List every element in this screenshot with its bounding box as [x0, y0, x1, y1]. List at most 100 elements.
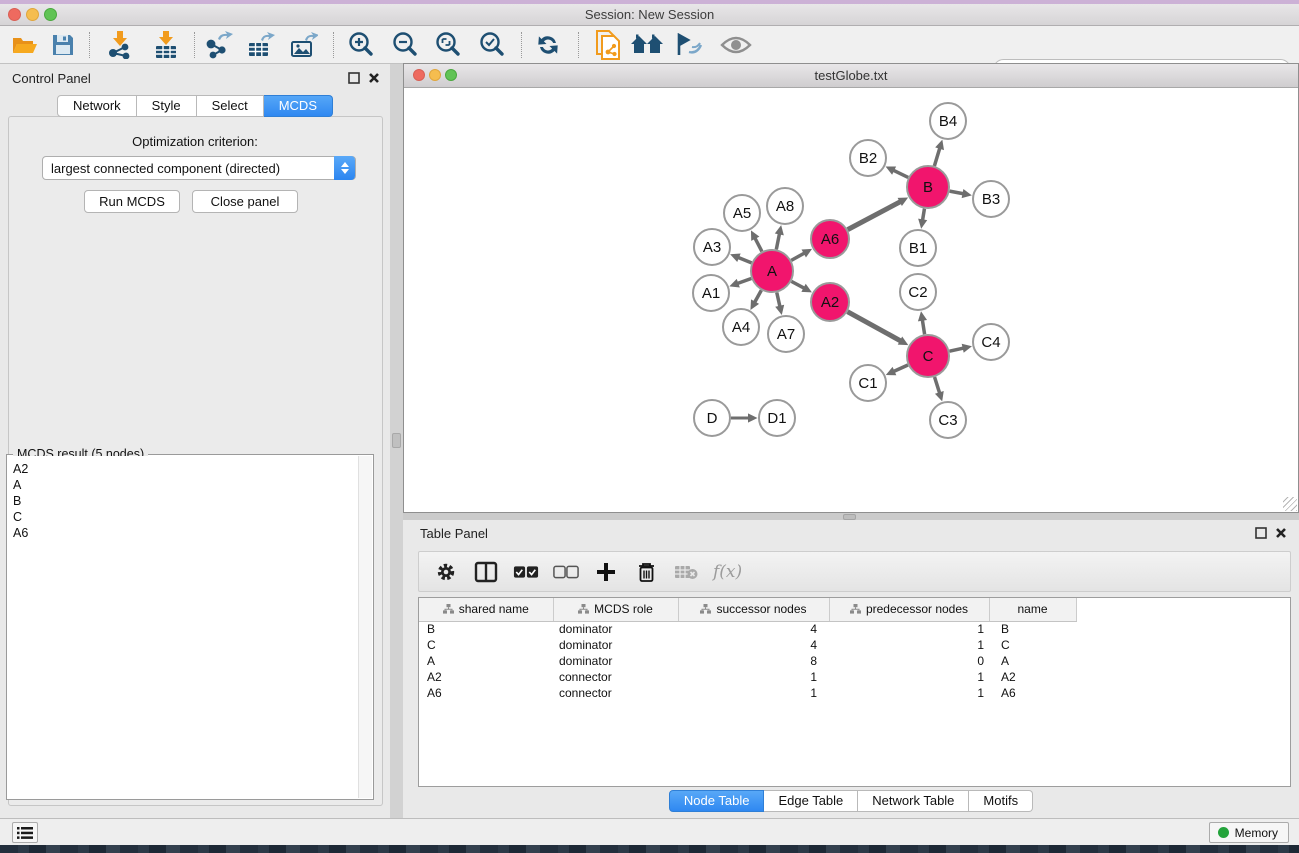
table-settings-icon[interactable]: [433, 559, 459, 585]
cell-successor-nodes[interactable]: 4: [678, 637, 829, 653]
node-A6[interactable]: A6: [811, 220, 849, 258]
cell-MCDS-role[interactable]: connector: [553, 669, 678, 685]
node-C[interactable]: C: [907, 335, 949, 377]
cell-name[interactable]: A: [989, 653, 1076, 669]
memory-button[interactable]: Memory: [1209, 822, 1289, 843]
close-table-panel-icon[interactable]: [1275, 527, 1287, 539]
cell-predecessor-nodes[interactable]: 1: [829, 685, 989, 701]
close-panel-icon[interactable]: [368, 72, 380, 84]
result-item[interactable]: B: [13, 493, 358, 509]
float-table-panel-icon[interactable]: [1255, 527, 1267, 539]
column-header-successor-nodes[interactable]: successor nodes: [678, 598, 829, 621]
node-table[interactable]: shared nameMCDS rolesuccessor nodesprede…: [418, 597, 1291, 787]
select-all-icon[interactable]: [513, 559, 539, 585]
cell-successor-nodes[interactable]: 4: [678, 621, 829, 637]
edge-A-A6[interactable]: [791, 253, 804, 260]
run-mcds-button[interactable]: Run MCDS: [84, 190, 180, 213]
cell-shared-name[interactable]: C: [419, 637, 553, 653]
tab-network[interactable]: Network: [57, 95, 137, 117]
tab-edge-table[interactable]: Edge Table: [764, 790, 858, 812]
edge-B-B4[interactable]: [934, 148, 939, 166]
import-network-icon[interactable]: [103, 31, 137, 59]
cell-predecessor-nodes[interactable]: 1: [829, 637, 989, 653]
node-A[interactable]: A: [751, 250, 793, 292]
node-A2[interactable]: A2: [811, 283, 849, 321]
column-header-predecessor-nodes[interactable]: predecessor nodes: [829, 598, 989, 621]
cell-successor-nodes[interactable]: 1: [678, 669, 829, 685]
result-item[interactable]: A2: [13, 461, 358, 477]
mcds-result-list[interactable]: A2ABCA6: [8, 456, 358, 798]
cell-MCDS-role[interactable]: connector: [553, 685, 678, 701]
column-header-shared-name[interactable]: shared name: [419, 598, 553, 621]
task-history-button[interactable]: [12, 822, 38, 843]
open-session-icon[interactable]: [8, 31, 42, 59]
zoom-in-icon[interactable]: [344, 31, 378, 59]
edge-A-A4[interactable]: [755, 290, 762, 302]
node-B4[interactable]: B4: [930, 103, 966, 139]
cell-predecessor-nodes[interactable]: 1: [829, 621, 989, 637]
panel-divider[interactable]: [390, 64, 403, 818]
tab-mcds[interactable]: MCDS: [264, 95, 333, 117]
network-canvas[interactable]: B4B2BB3A5A8A6A3B1AA1C2A2A4A7C4CC1C3DD1: [404, 88, 1298, 512]
cell-shared-name[interactable]: A6: [419, 685, 553, 701]
zoom-selected-icon[interactable]: [475, 31, 509, 59]
edge-B-B2[interactable]: [893, 170, 908, 177]
node-A1[interactable]: A1: [693, 275, 729, 311]
column-view-icon[interactable]: [473, 559, 499, 585]
window-resize-grip[interactable]: [1283, 497, 1297, 511]
node-B2[interactable]: B2: [850, 140, 886, 176]
new-network-icon[interactable]: [590, 31, 624, 59]
cell-predecessor-nodes[interactable]: 1: [829, 669, 989, 685]
node-C3[interactable]: C3: [930, 402, 966, 438]
cell-MCDS-role[interactable]: dominator: [553, 637, 678, 653]
edge-A-A7[interactable]: [777, 292, 780, 306]
column-header-MCDS-role[interactable]: MCDS role: [553, 598, 678, 621]
close-panel-button[interactable]: Close panel: [192, 190, 298, 213]
table-row[interactable]: A6connector11A6: [419, 685, 1076, 701]
edge-A-A2[interactable]: [791, 281, 804, 288]
node-A3[interactable]: A3: [694, 229, 730, 265]
node-A7[interactable]: A7: [768, 316, 804, 352]
tab-select[interactable]: Select: [197, 95, 264, 117]
cell-MCDS-role[interactable]: dominator: [553, 653, 678, 669]
cell-MCDS-role[interactable]: dominator: [553, 621, 678, 637]
cell-successor-nodes[interactable]: 1: [678, 685, 829, 701]
node-A5[interactable]: A5: [724, 195, 760, 231]
edge-C-C3[interactable]: [935, 377, 940, 393]
edge-C-C2[interactable]: [922, 320, 924, 335]
table-row[interactable]: Adominator80A: [419, 653, 1076, 669]
import-table-icon[interactable]: [149, 31, 183, 59]
edge-A2-C[interactable]: [848, 312, 901, 341]
edge-A6-B[interactable]: [848, 202, 901, 230]
result-item[interactable]: A6: [13, 525, 358, 541]
node-D1[interactable]: D1: [759, 400, 795, 436]
node-D[interactable]: D: [694, 400, 730, 436]
refresh-icon[interactable]: [531, 31, 565, 59]
show-hide-icon[interactable]: [719, 31, 753, 59]
network-window-titlebar[interactable]: testGlobe.txt: [404, 64, 1298, 88]
cell-predecessor-nodes[interactable]: 0: [829, 653, 989, 669]
cell-successor-nodes[interactable]: 8: [678, 653, 829, 669]
show-all-icon[interactable]: [630, 31, 664, 59]
edge-B-B3[interactable]: [950, 191, 964, 194]
divider-grip[interactable]: [392, 433, 401, 448]
export-table-icon[interactable]: [244, 31, 278, 59]
edge-A-A8[interactable]: [776, 233, 779, 249]
delete-column-icon[interactable]: [633, 559, 659, 585]
export-network-icon[interactable]: [202, 31, 236, 59]
table-row[interactable]: Bdominator41B: [419, 621, 1076, 637]
tab-node-table[interactable]: Node Table: [669, 790, 765, 812]
edge-C-C4[interactable]: [949, 348, 963, 351]
cell-name[interactable]: A2: [989, 669, 1076, 685]
node-C2[interactable]: C2: [900, 274, 936, 310]
table-row[interactable]: A2connector11A2: [419, 669, 1076, 685]
node-B1[interactable]: B1: [900, 230, 936, 266]
edge-B-B1[interactable]: [923, 209, 925, 221]
cell-shared-name[interactable]: A: [419, 653, 553, 669]
cell-shared-name[interactable]: B: [419, 621, 553, 637]
add-column-icon[interactable]: [593, 559, 619, 585]
deselect-all-icon[interactable]: [553, 559, 579, 585]
edge-A-A5[interactable]: [755, 238, 762, 252]
zoom-out-icon[interactable]: [388, 31, 422, 59]
edge-A-A1[interactable]: [737, 278, 751, 283]
